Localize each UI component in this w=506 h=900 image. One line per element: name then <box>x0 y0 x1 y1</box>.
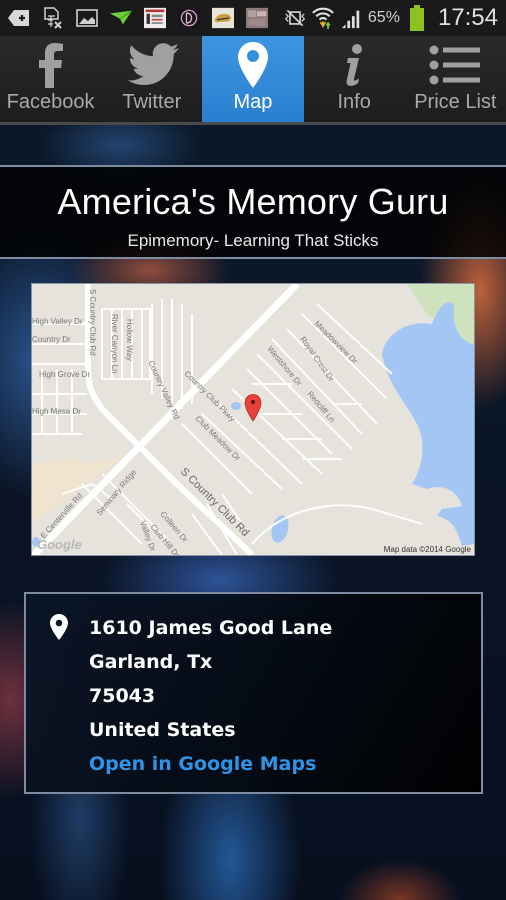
map-pond <box>271 515 289 543</box>
tab-info[interactable]: Info <box>304 36 405 122</box>
google-logo: Google <box>37 537 82 552</box>
map-attribution: Map data ©2014 Google <box>383 545 471 554</box>
paper-plane-icon <box>110 7 132 29</box>
map-label: S Country Club Rd <box>88 289 97 356</box>
address-zip: 75043 <box>89 685 156 707</box>
tab-label: Info <box>337 91 371 113</box>
tab-price-list[interactable]: Price List <box>405 36 506 122</box>
page-title: America's Memory Guru <box>57 181 449 222</box>
status-bar: 65% 17:54 <box>0 0 506 36</box>
tab-label: Price List <box>414 91 497 113</box>
address-city-state: Garland, Tx <box>89 651 213 673</box>
app-thumbnail-1 <box>144 7 166 29</box>
map-label: Hollow Way <box>125 319 134 361</box>
map-label: River Canyon Ln <box>110 314 119 374</box>
map-pin-icon <box>237 39 269 91</box>
tab-label: Twitter <box>122 91 182 113</box>
location-pin-icon <box>50 614 68 645</box>
list-icon <box>429 39 481 91</box>
wifi-icon <box>312 7 334 29</box>
tab-map[interactable]: Map <box>202 36 304 122</box>
page-header: America's Memory Guru Epimemory- Learnin… <box>0 165 506 259</box>
mute-vibrate-icon <box>284 7 306 29</box>
spreadsheet-x-icon <box>42 7 64 29</box>
map-location-pin[interactable] <box>244 394 262 422</box>
map-label: High Valley Dr <box>32 317 83 326</box>
map-label: Club Meadow Dr <box>194 414 243 463</box>
battery-icon <box>406 5 428 31</box>
add-icon <box>8 7 30 29</box>
app-thumbnail-2 <box>178 7 200 29</box>
tab-label: Map <box>233 91 273 113</box>
image-icon <box>76 7 98 29</box>
map-label: High Grove Dr <box>39 370 90 379</box>
tab-facebook[interactable]: Facebook <box>0 36 101 122</box>
open-in-google-maps-link[interactable]: Open in Google Maps <box>89 747 332 781</box>
map-view[interactable]: High Valley Dr Country Dr High Grove Dr … <box>31 283 475 556</box>
twitter-icon <box>124 39 180 91</box>
tab-label: Facebook <box>6 91 95 113</box>
map-label: High Mesa Dr <box>32 407 81 416</box>
clock: 17:54 <box>437 4 498 31</box>
address-card: 1610 James Good Lane Garland, Tx 75043 U… <box>24 592 483 794</box>
signal-icon <box>340 7 362 29</box>
map-label-major: S Country Club Rd <box>178 466 251 539</box>
facebook-icon <box>38 39 64 91</box>
info-icon <box>342 39 366 91</box>
map-label: Country Dr <box>32 335 71 344</box>
tab-twitter[interactable]: Twitter <box>101 36 202 122</box>
map-lake <box>382 302 474 546</box>
map-graphic: High Valley Dr Country Dr High Grove Dr … <box>32 284 474 555</box>
app-thumbnail-4 <box>246 7 268 29</box>
address-street: 1610 James Good Lane <box>89 617 333 639</box>
page-subtitle: Epimemory- Learning That Sticks <box>127 231 379 250</box>
address-country: United States <box>89 719 236 741</box>
map-pond <box>231 402 241 410</box>
tab-bar: Facebook Twitter Map Info Price List <box>0 36 506 125</box>
app-thumbnail-3 <box>212 7 234 29</box>
battery-percent: 65% <box>367 9 400 26</box>
